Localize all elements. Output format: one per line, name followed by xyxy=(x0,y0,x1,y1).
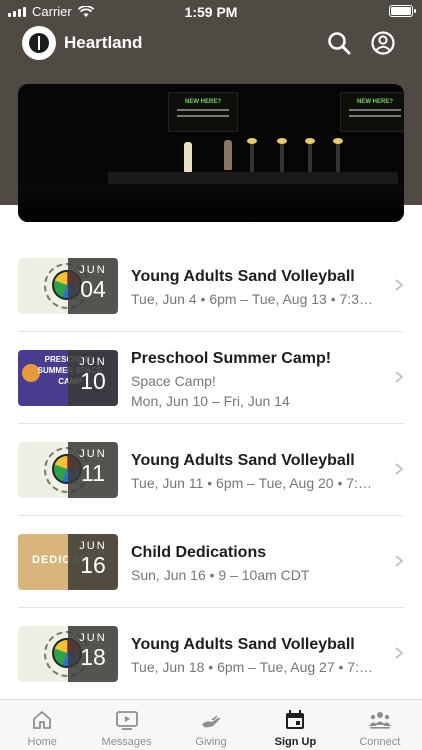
date-day: 11 xyxy=(81,460,105,486)
event-detail: Space Camp! xyxy=(131,373,216,389)
event-thumbnail: JUN 04 xyxy=(18,258,118,314)
date-month: JUN xyxy=(79,448,107,460)
event-row[interactable]: DEDICAT JUN 16 Child Dedications Sun, Jun 16… xyxy=(18,516,404,608)
clock: 1:59 PM xyxy=(184,4,238,20)
date-badge: JUN 11 xyxy=(68,442,118,498)
event-title: Young Adults Sand Volleyball xyxy=(131,268,355,285)
tab-messages[interactable]: Messages xyxy=(84,700,168,750)
tab-bar: Home Messages Giving Sign Up Connect xyxy=(0,699,422,750)
account-icon[interactable] xyxy=(370,30,396,56)
date-badge: JUN 18 xyxy=(68,626,118,682)
event-title: Preschool Summer Camp! xyxy=(131,350,332,367)
stage-screen-right: NEW HERE? xyxy=(340,92,404,132)
date-month: JUN xyxy=(79,264,107,276)
event-detail: Tue, Jun 4 • 6pm – Tue, Aug 13 • 7:3… xyxy=(131,291,373,307)
tab-label: Giving xyxy=(195,736,227,748)
date-day: 10 xyxy=(80,368,106,394)
hero-banner[interactable]: NEW HERE? NEW HERE? xyxy=(18,84,404,222)
calendar-icon xyxy=(286,710,305,729)
date-month: JUN xyxy=(79,632,107,644)
video-icon xyxy=(115,711,138,730)
event-info: Child Dedications Sun, Jun 16 • 9 – 10am … xyxy=(131,544,383,583)
tab-connect[interactable]: Connect xyxy=(338,700,422,750)
audience xyxy=(18,184,404,222)
stage xyxy=(108,172,398,184)
event-thumbnail: JUN 18 xyxy=(18,626,118,682)
home-icon xyxy=(33,711,52,729)
chevron-right-icon xyxy=(395,647,404,659)
giving-hand-icon xyxy=(202,715,221,728)
tab-home[interactable]: Home xyxy=(0,700,84,750)
event-thumbnail: JUN 11 xyxy=(18,442,118,498)
chevron-right-icon xyxy=(395,371,404,383)
chevron-right-icon xyxy=(395,463,404,475)
event-row[interactable]: PRESCHOOL SUMMER SPACE CAMPJUN10Preschoo… xyxy=(18,332,404,424)
event-info: Preschool Summer Camp! Space Camp! Mon, Ju… xyxy=(131,350,383,409)
event-thumbnail: PRESCHOOL SUMMER SPACE CAMPJUN10 xyxy=(18,350,118,406)
date-badge: JUN 16 xyxy=(68,534,118,590)
stage-screen-left: NEW HERE? xyxy=(168,92,238,132)
event-detail: Tue, Jun 11 • 6pm – Tue, Aug 20 • 7:… xyxy=(131,475,372,491)
tab-label: Sign Up xyxy=(274,736,317,748)
tab-label: Messages xyxy=(101,736,152,748)
chevron-right-icon xyxy=(395,555,404,567)
event-info: Young Adults Sand Volleyball Tue, Jun 11 … xyxy=(131,452,383,491)
event-dates: Mon, Jun 10 – Fri, Jun 14 xyxy=(131,393,290,409)
date-day: 18 xyxy=(80,644,106,670)
tab-giving[interactable]: Giving xyxy=(169,700,253,750)
date-day: 04 xyxy=(80,276,106,302)
status-bar: Carrier 1:59 PM xyxy=(0,0,422,22)
chevron-right-icon xyxy=(395,279,404,291)
date-month: JUN xyxy=(79,540,107,552)
date-day: 16 xyxy=(80,552,106,578)
app-header: Heartland xyxy=(0,24,422,64)
church-logo xyxy=(22,26,56,60)
search-icon[interactable] xyxy=(326,30,352,56)
event-info: Young Adults Sand Volleyball Tue, Jun 4 •… xyxy=(131,268,383,307)
date-badge: JUN 10 xyxy=(68,350,118,406)
event-list: JUN 04 Young Adults Sand Volleyball Tue, Ju… xyxy=(0,240,422,700)
date-month: JUN xyxy=(79,356,107,368)
event-title: Child Dedications xyxy=(131,544,267,561)
app-title: Heartland xyxy=(64,33,143,52)
event-info: Young Adults Sand Volleyball Tue, Jun 18 … xyxy=(131,636,383,675)
speaker-figure xyxy=(184,142,192,172)
date-badge: JUN 04 xyxy=(68,258,118,314)
event-row[interactable]: JUN 04 Young Adults Sand Volleyball Tue, Ju… xyxy=(18,240,404,332)
group-icon xyxy=(368,712,391,729)
battery-icon xyxy=(389,5,416,17)
tab-sign-up[interactable]: Sign Up xyxy=(253,700,337,750)
event-detail: Sun, Jun 16 • 9 – 10am CDT xyxy=(131,567,310,583)
event-detail: Tue, Jun 18 • 6pm – Tue, Aug 27 • 7:… xyxy=(131,659,373,675)
event-title: Young Adults Sand Volleyball xyxy=(131,636,355,653)
event-thumbnail: DEDICAT JUN 16 xyxy=(18,534,118,590)
event-row[interactable]: JUN 18 Young Adults Sand Volleyball Tue, Ju… xyxy=(18,608,404,700)
tab-label: Home xyxy=(27,736,57,748)
event-row[interactable]: JUN 11 Young Adults Sand Volleyball Tue, Ju… xyxy=(18,424,404,516)
event-title: Young Adults Sand Volleyball xyxy=(131,452,355,469)
tab-label: Connect xyxy=(359,736,401,748)
speaker-figure xyxy=(224,140,232,170)
